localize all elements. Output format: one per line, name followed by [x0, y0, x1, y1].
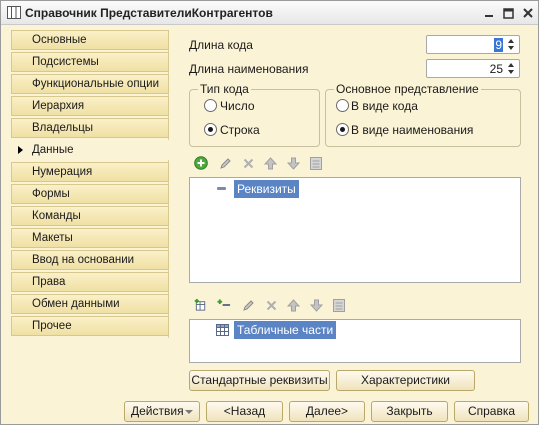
code-type-group: Тип кода — [189, 82, 320, 147]
code-type-number-label: Число — [220, 99, 255, 113]
presentation-code-radio[interactable] — [336, 99, 349, 112]
delete-icon[interactable] — [241, 156, 255, 170]
current-section-arrow-icon — [18, 146, 23, 154]
presentation-code-label: В виде кода — [351, 99, 418, 113]
sidebar-item-commands[interactable]: Команды — [11, 206, 169, 226]
code-length-label: Длина кода — [189, 38, 253, 52]
sidebar-item-data[interactable]: Данные — [11, 140, 169, 160]
sidebar-item-numbering[interactable]: Нумерация — [11, 162, 169, 182]
name-length-value: 25 — [489, 62, 503, 76]
edit-icon[interactable] — [218, 156, 232, 170]
code-length-spinner[interactable] — [505, 37, 518, 52]
tree-node-tabular-sections[interactable]: Табличные части — [234, 321, 337, 339]
title-bar: Справочник ПредставителиКонтрагентов — [1, 1, 538, 25]
add-icon[interactable] — [194, 156, 208, 170]
spin-up-icon — [508, 63, 514, 67]
catalog-editor-window: Справочник ПредставителиКонтрагентов Осн… — [0, 0, 539, 425]
sections-sidebar: Основные Подсистемы Функциональные опции… — [11, 30, 169, 338]
sidebar-item-hierarchy[interactable]: Иерархия — [11, 96, 169, 116]
attributes-tree[interactable]: Реквизиты — [189, 177, 521, 283]
properties-icon[interactable] — [332, 298, 346, 312]
dropdown-arrow-icon — [185, 410, 193, 414]
add-table-icon[interactable] — [194, 298, 208, 312]
sidebar-item-subsystems[interactable]: Подсистемы — [11, 52, 169, 72]
sidebar-item-templates[interactable]: Макеты — [11, 228, 169, 248]
properties-icon[interactable] — [309, 156, 323, 170]
close-button[interactable]: Закрыть — [371, 401, 448, 422]
main-presentation-group: Основное представление — [325, 82, 521, 147]
code-length-field[interactable]: 9 — [426, 35, 520, 54]
actions-menu-button[interactable]: Действия — [124, 401, 200, 422]
move-up-icon[interactable] — [286, 298, 300, 312]
code-length-value: 9 — [494, 38, 503, 52]
help-button[interactable]: Справка — [454, 401, 529, 422]
name-length-label: Длина наименования — [189, 62, 309, 76]
tabular-sections-tree[interactable]: Табличные части — [189, 319, 521, 363]
code-type-title: Тип кода — [198, 82, 251, 96]
name-length-field[interactable]: 25 — [426, 59, 520, 78]
sidebar-item-data-exchange[interactable]: Обмен данными — [11, 294, 169, 314]
window-title: Справочник ПредставителиКонтрагентов — [25, 6, 273, 20]
delete-icon[interactable] — [264, 298, 278, 312]
move-up-icon[interactable] — [263, 156, 277, 170]
back-button[interactable]: <Назад — [206, 401, 283, 422]
sidebar-item-input-by-basis[interactable]: Ввод на основании — [11, 250, 169, 270]
close-icon[interactable] — [520, 5, 536, 21]
minimize-icon[interactable] — [481, 5, 497, 21]
sidebar-item-other[interactable]: Прочее — [11, 316, 169, 336]
name-length-spinner[interactable] — [505, 61, 518, 76]
code-type-string-label: Строка — [220, 123, 260, 137]
tree-node-attributes[interactable]: Реквизиты — [234, 180, 299, 198]
table-icon — [216, 324, 229, 336]
code-type-number-radio[interactable] — [204, 99, 217, 112]
presentation-name-label: В виде наименования — [351, 123, 474, 137]
next-button[interactable]: Далее> — [289, 401, 365, 422]
standard-attributes-button[interactable]: Стандартные реквизиты — [189, 370, 330, 391]
maximize-icon[interactable] — [500, 5, 516, 21]
characteristics-button[interactable]: Характеристики — [336, 370, 475, 391]
edit-icon[interactable] — [241, 298, 255, 312]
add-column-icon[interactable] — [217, 298, 231, 312]
code-type-string-radio[interactable] — [204, 123, 217, 136]
sidebar-item-rights[interactable]: Права — [11, 272, 169, 292]
catalog-icon — [7, 6, 21, 19]
spin-down-icon — [508, 70, 514, 74]
main-presentation-title: Основное представление — [334, 82, 481, 96]
collapse-minus-icon[interactable] — [217, 187, 226, 190]
sidebar-item-functional-options[interactable]: Функциональные опции — [11, 74, 169, 94]
sidebar-item-owners[interactable]: Владельцы — [11, 118, 169, 138]
sidebar-item-main[interactable]: Основные — [11, 30, 169, 50]
move-down-icon[interactable] — [286, 156, 300, 170]
sidebar-item-forms[interactable]: Формы — [11, 184, 169, 204]
move-down-icon[interactable] — [309, 298, 323, 312]
spin-up-icon — [508, 39, 514, 43]
presentation-name-radio[interactable] — [336, 123, 349, 136]
spin-down-icon — [508, 46, 514, 50]
